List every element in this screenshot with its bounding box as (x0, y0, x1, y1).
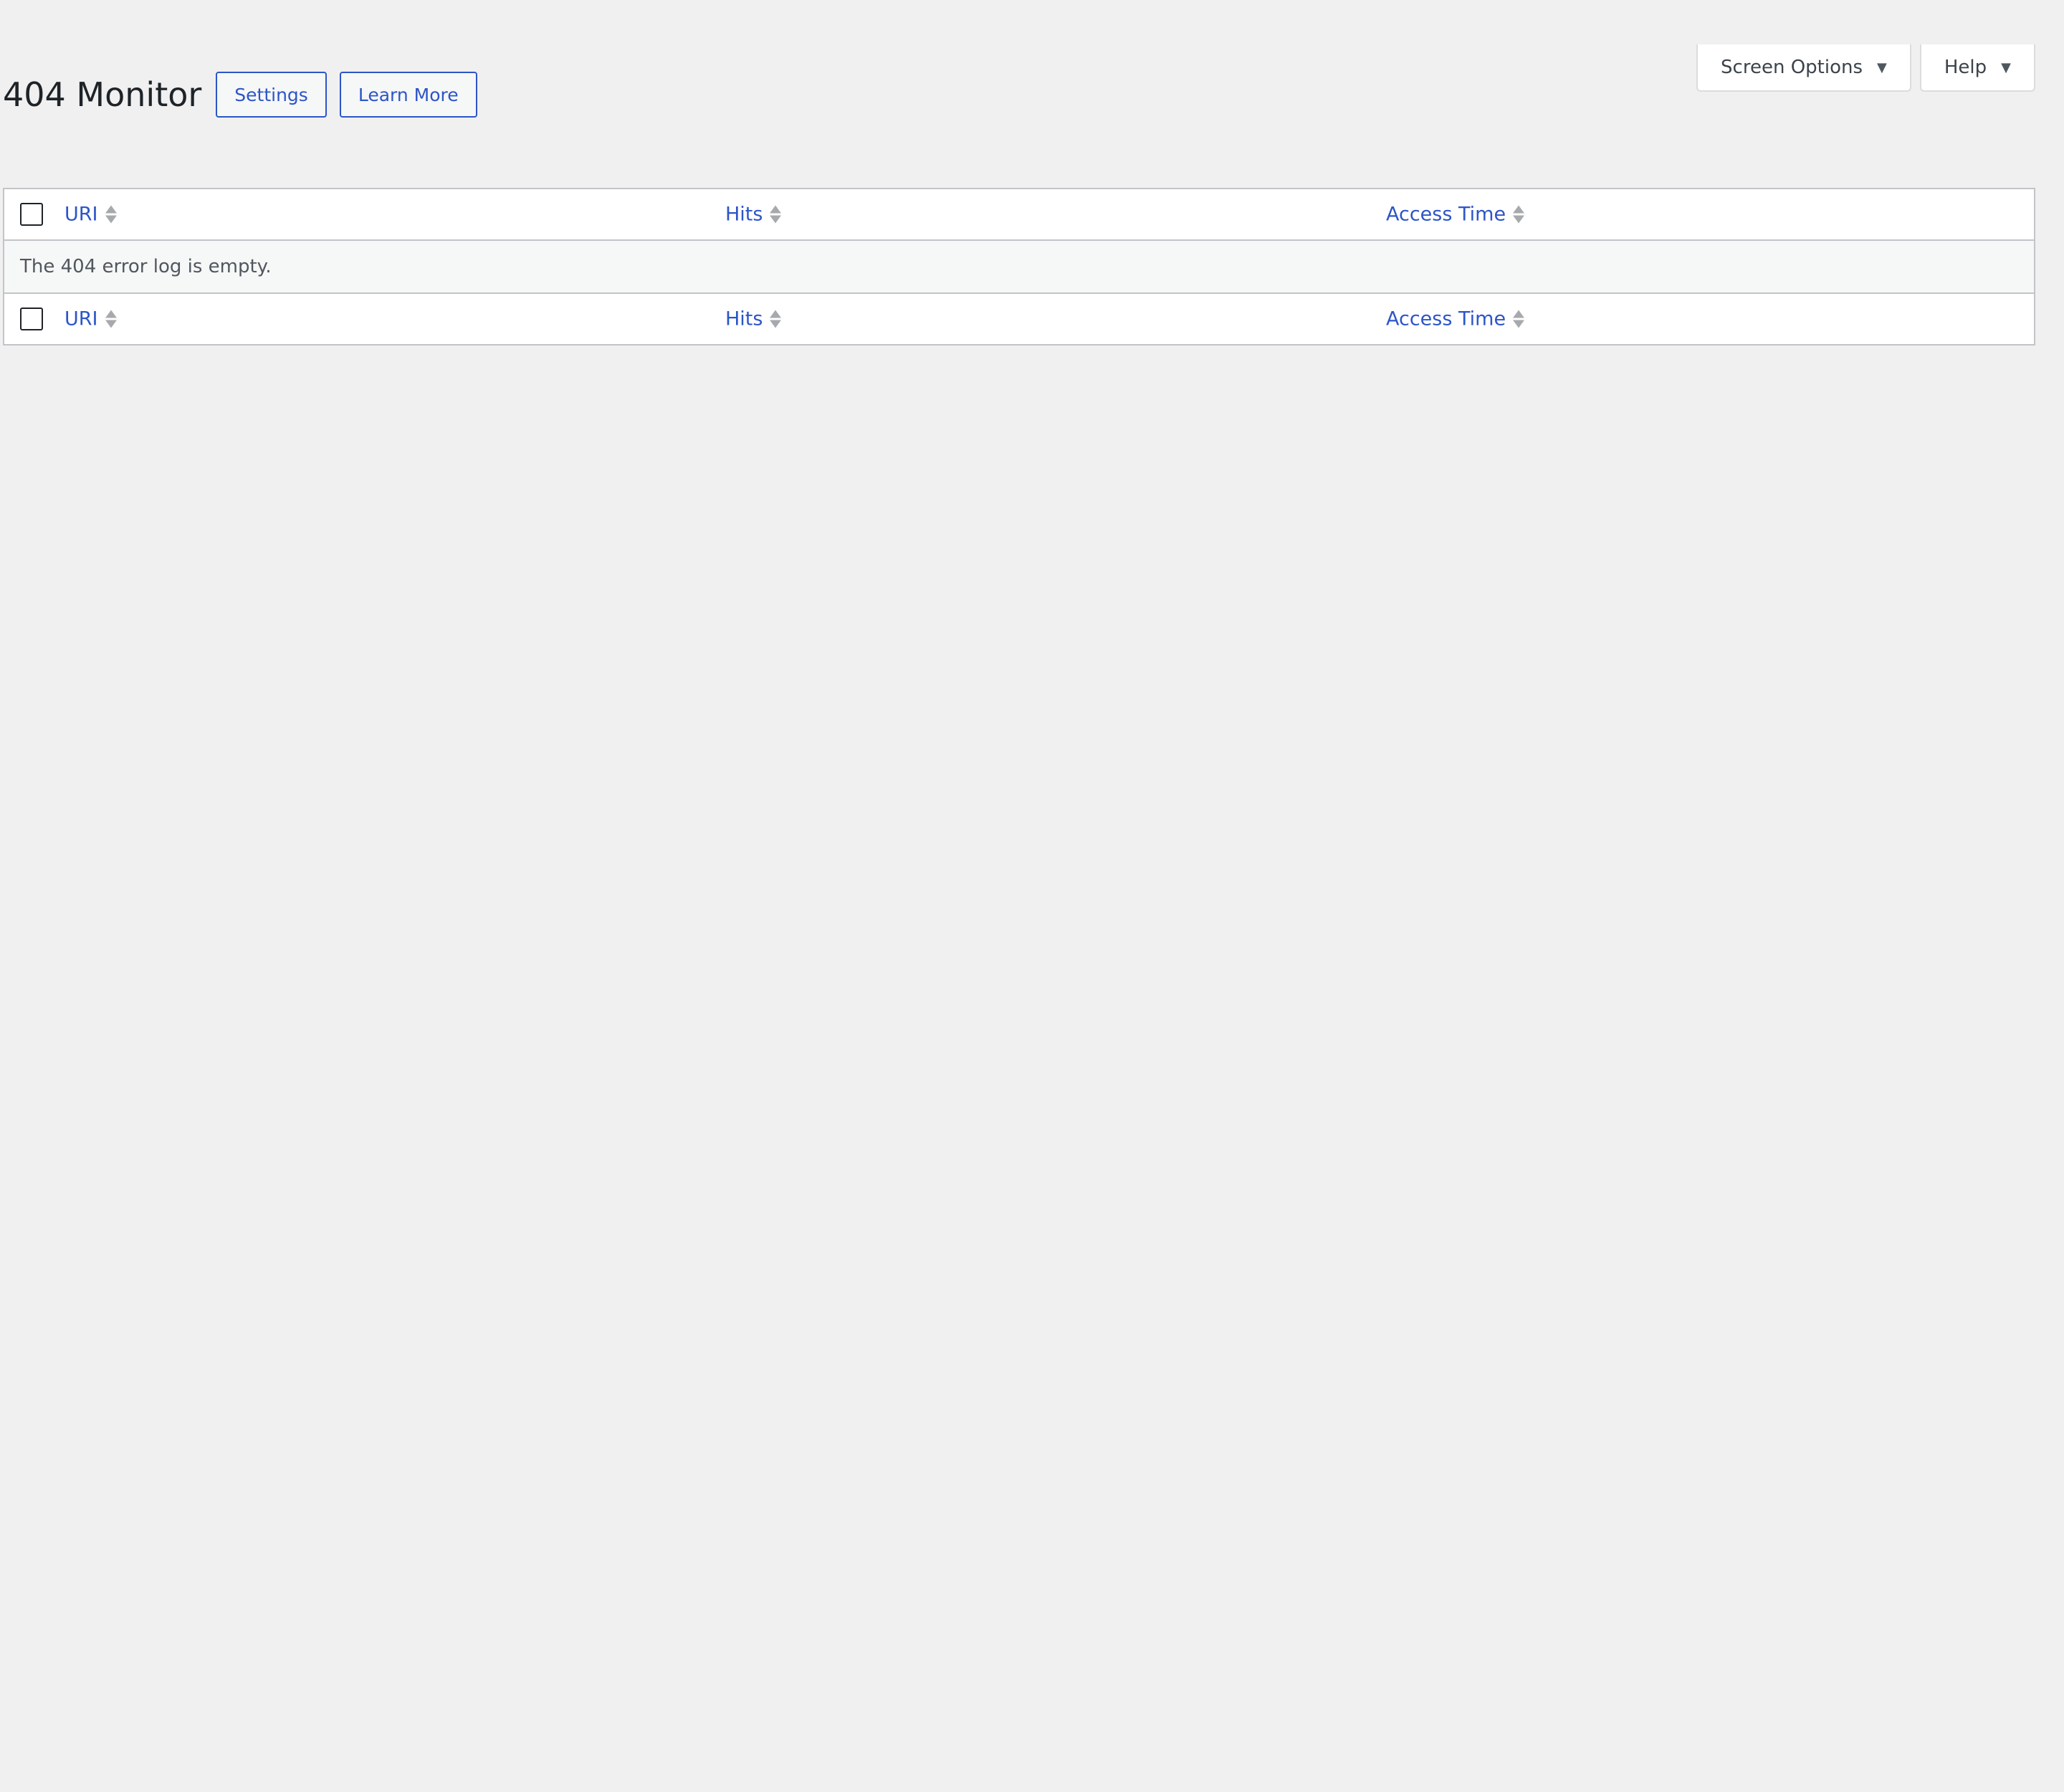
column-footer-access-time[interactable]: Access Time (1386, 308, 1526, 330)
select-all-cell (20, 203, 43, 226)
screen-options-label: Screen Options (1721, 57, 1863, 78)
page-title: 404 Monitor (3, 75, 202, 114)
help-button[interactable]: Help ▼ (1919, 44, 2035, 92)
column-label-hits: Hits (725, 308, 763, 330)
column-label-uri: URI (64, 308, 98, 330)
sort-icon (770, 310, 783, 328)
column-footer-uri[interactable]: URI (64, 308, 118, 330)
column-header-hits[interactable]: Hits (725, 204, 783, 226)
sort-icon (105, 205, 118, 224)
select-all-checkbox-footer[interactable] (20, 308, 43, 330)
column-header-access-time[interactable]: Access Time (1386, 204, 1526, 226)
column-label-uri: URI (64, 203, 98, 226)
caret-down-icon: ▼ (2001, 59, 2011, 75)
column-label-access-time: Access Time (1386, 203, 1506, 226)
page: Screen Options ▼ Help ▼ 404 Monitor Sett… (0, 0, 2064, 1792)
column-footer-hits[interactable]: Hits (725, 308, 783, 330)
table-header-row: URI Hits Access Time (4, 189, 2034, 241)
empty-message-row: The 404 error log is empty. (4, 241, 2034, 292)
table-footer-row: URI Hits Access Time (4, 292, 2034, 344)
empty-message: The 404 error log is empty. (20, 256, 272, 277)
learn-more-button[interactable]: Learn More (339, 72, 477, 118)
sort-icon (105, 310, 118, 328)
settings-button[interactable]: Settings (216, 72, 327, 118)
column-label-access-time: Access Time (1386, 308, 1506, 330)
help-label: Help (1944, 57, 1987, 78)
sort-icon (1513, 205, 1526, 224)
sort-icon (770, 205, 783, 224)
screen-meta-links: Screen Options ▼ Help ▼ (1696, 44, 2035, 92)
column-label-hits: Hits (725, 203, 763, 226)
select-all-checkbox[interactable] (20, 203, 43, 226)
sort-icon (1513, 310, 1526, 328)
screen-options-button[interactable]: Screen Options ▼ (1696, 44, 1911, 92)
select-all-cell (20, 308, 43, 330)
column-header-uri[interactable]: URI (64, 204, 118, 226)
heading-row: 404 Monitor Settings Learn More (3, 72, 477, 118)
error-log-table: URI Hits Access Time The 404 error log i… (3, 188, 2035, 345)
caret-down-icon: ▼ (1877, 59, 1887, 75)
